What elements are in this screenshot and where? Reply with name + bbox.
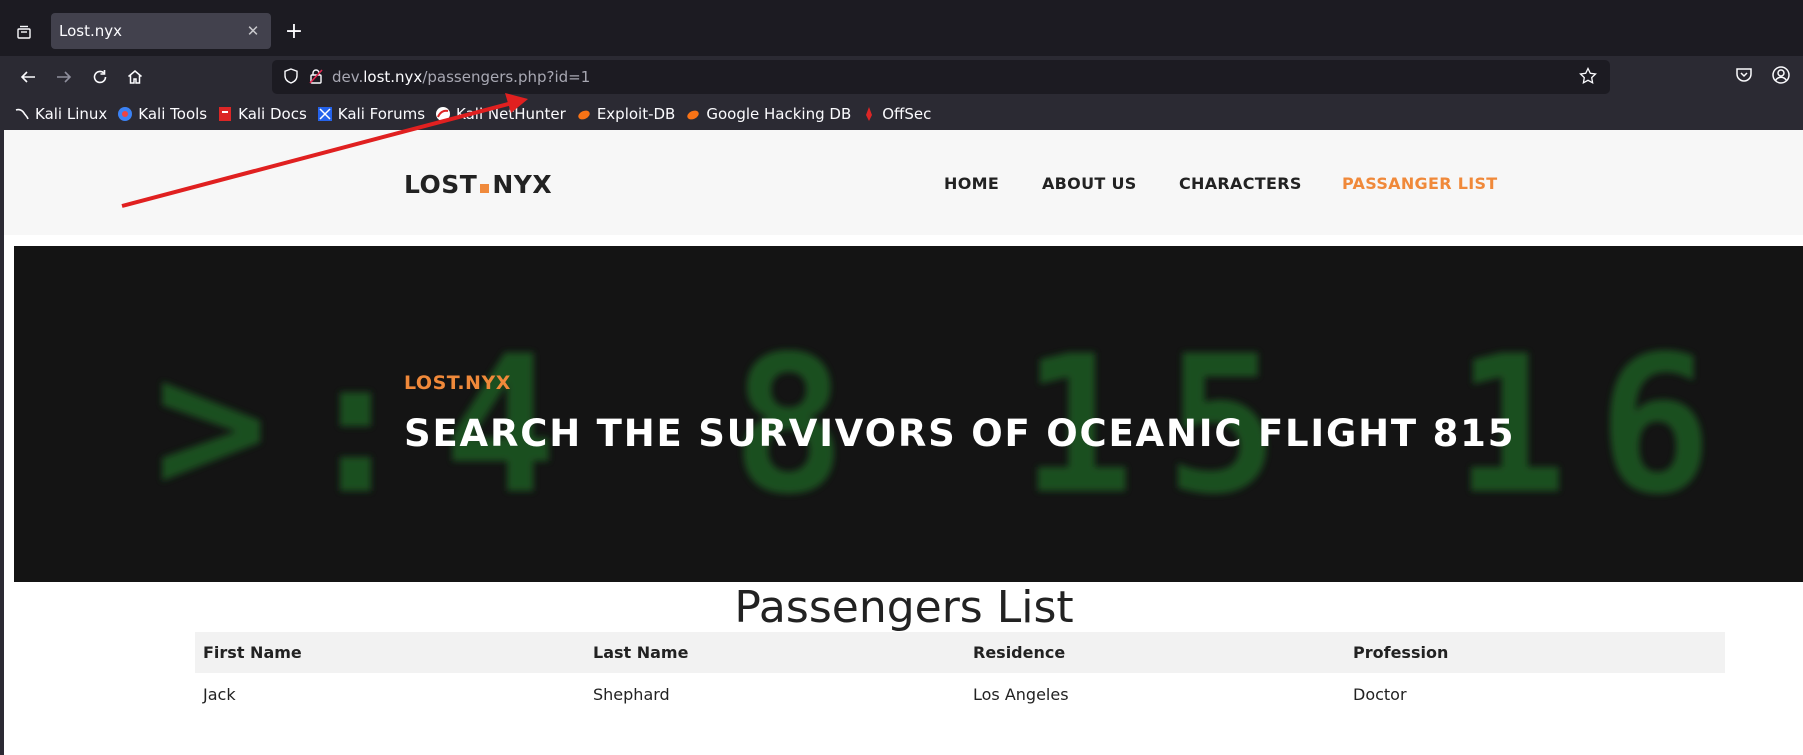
shield-icon[interactable] [282,67,302,87]
new-tab-icon[interactable]: + [283,19,305,44]
column-header: Last Name [585,632,965,673]
bookmark-kali-tools[interactable]: Kali Tools [117,105,207,123]
column-header: First Name [195,632,585,673]
close-tab-icon[interactable]: ✕ [243,21,263,41]
site-header: LOST NYX HOME ABOUT US CHARACTERS PASSANG… [4,130,1803,235]
navigation-bar: dev.lost.nyx/passengers.php?id=1 [0,56,1803,98]
bookmark-exploit-db[interactable]: Exploit-DB [576,105,675,123]
account-icon[interactable] [1771,65,1793,87]
bookmark-offsec[interactable]: OffSec [861,105,931,123]
offsec-icon [861,106,877,122]
bookmark-kali-forums[interactable]: Kali Forums [317,105,425,123]
column-header: Profession [1345,632,1725,673]
table-cell: Shephard [593,685,670,704]
bookmark-google-hacking-db[interactable]: Google Hacking DB [685,105,851,123]
kali-forums-icon [317,106,333,122]
hero-title: SEARCH THE SURVIVORS OF OCEANIC FLIGHT 8… [404,412,1516,455]
tab-bar: Lost.nyx ✕ + [0,0,1803,56]
table-cell: Doctor [1353,685,1407,704]
pocket-icon[interactable] [1734,65,1756,87]
kali-docs-icon [217,106,233,122]
passengers-heading: Passengers List [734,582,1074,633]
bookmark-star-icon[interactable] [1578,66,1600,88]
nethunter-icon [435,106,451,122]
column-header: Residence [965,632,1345,673]
table-cell: Los Angeles [973,685,1069,704]
passengers-table: First Name Last Name Residence Professio… [195,632,1725,716]
url-bar[interactable]: dev.lost.nyx/passengers.php?id=1 [272,60,1610,94]
menu-home[interactable]: HOME [944,174,999,193]
menu-about-us[interactable]: ABOUT US [1042,174,1137,193]
insecure-lock-icon[interactable] [307,67,327,87]
logo-dot [480,184,490,193]
menu-characters[interactable]: CHARACTERS [1179,174,1302,193]
bookmarks-toolbar: Kali Linux Kali Tools Kali Docs Kali For… [0,98,1803,130]
hero-banner: >:4 8 15 16 23 42 LOST.NYX SEARCH THE SU… [14,246,1803,582]
home-icon[interactable] [123,65,147,89]
menu-passanger-list[interactable]: PASSANGER LIST [1342,174,1497,193]
tab-title: Lost.nyx [59,22,122,40]
tab-list-icon[interactable] [12,20,36,44]
reload-icon[interactable] [88,65,112,89]
kali-tools-icon [117,106,133,122]
forward-arrow-icon[interactable] [52,65,76,89]
bookmark-kali-docs[interactable]: Kali Docs [217,105,307,123]
table-row: Jack Shephard Los Angeles Doctor [195,673,1725,716]
web-page: LOST NYX HOME ABOUT US CHARACTERS PASSANG… [4,130,1803,755]
table-cell: Jack [203,685,236,704]
table-header-row: First Name Last Name Residence Professio… [195,632,1725,673]
bookmark-kali-linux[interactable]: Kali Linux [14,105,107,123]
exploit-db-icon [576,106,592,122]
back-arrow-icon[interactable] [16,65,40,89]
hero-subtitle: LOST.NYX [404,372,511,394]
ghdb-icon [685,106,701,122]
kali-dragon-icon [14,106,30,122]
url-text[interactable]: dev.lost.nyx/passengers.php?id=1 [332,68,590,86]
browser-tab[interactable]: Lost.nyx ✕ [51,13,271,49]
site-logo[interactable]: LOST NYX [404,170,552,199]
bookmark-kali-nethunter[interactable]: Kali NetHunter [435,105,566,123]
